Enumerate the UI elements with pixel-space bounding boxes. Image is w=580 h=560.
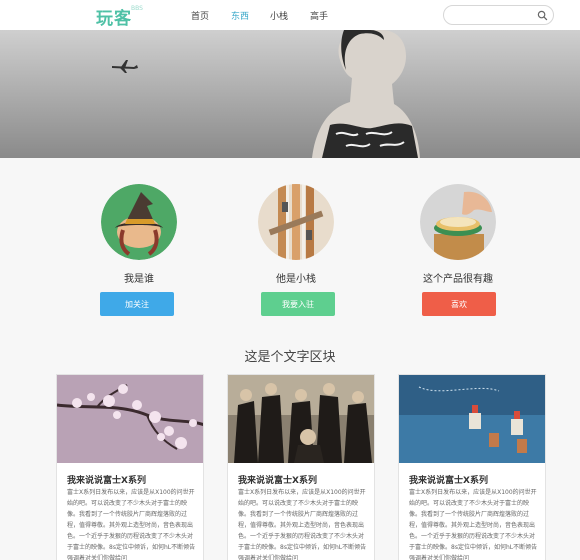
- logo-tag: BBS: [131, 5, 143, 12]
- hero-image: [0, 30, 580, 158]
- nav-things[interactable]: 东西: [231, 9, 249, 22]
- like-button[interactable]: 喜欢: [422, 292, 496, 316]
- product-hand-icon: [420, 184, 496, 260]
- feature-image-product[interactable]: [420, 184, 496, 260]
- nav-home[interactable]: 首页: [191, 9, 209, 22]
- search-box: [443, 5, 554, 25]
- card-image-miniature: [399, 375, 545, 463]
- section-title: 这是个文字区块: [244, 350, 336, 365]
- card-title[interactable]: 我来说说富士X系列: [409, 473, 488, 486]
- join-button[interactable]: 我要入驻: [261, 292, 335, 316]
- card-title[interactable]: 我来说说富士X系列: [238, 473, 317, 486]
- card-text: 富士X系列日发布以来，应该是从X100的问世开始的吧。可以说改变了不少木头对于富…: [238, 489, 367, 560]
- card-text: 富士X系列日发布以来，应该是从X100的问世开始的吧。可以说改变了不少木头对于富…: [409, 489, 538, 560]
- feature-image-pencils[interactable]: [258, 184, 334, 260]
- article-card[interactable]: 我来说说富士X系列 富士X系列日发布以来，应该是从X100的问世开始的吧。可以说…: [227, 374, 375, 560]
- feature-title-product: 这个产品很有趣: [423, 274, 493, 285]
- card-image-blossom: [57, 375, 203, 463]
- article-card[interactable]: 我来说说富士X系列 富士X系列日发布以来，应该是从X100的问世开始的吧。可以说…: [398, 374, 546, 560]
- card-text: 富士X系列日发布以来，应该是从X100的问世开始的吧。可以说改变了不少木头对于富…: [67, 489, 196, 560]
- search-icon[interactable]: [537, 10, 548, 21]
- top-header: 玩客 BBS 首页 东西 小栈 高手: [0, 0, 580, 30]
- card-title[interactable]: 我来说说富士X系列: [67, 473, 146, 486]
- feature-image-witch[interactable]: [101, 184, 177, 260]
- search-input[interactable]: [452, 9, 534, 22]
- follow-button[interactable]: 加关注: [100, 292, 174, 316]
- witch-hat-icon: [101, 184, 177, 260]
- hero-banner: [0, 30, 580, 158]
- nav-expert[interactable]: 高手: [310, 9, 328, 22]
- article-card[interactable]: 我来说说富士X系列 富士X系列日发布以来，应该是从X100的问世开始的吧。可以说…: [56, 374, 204, 560]
- card-image-group: [228, 375, 374, 463]
- site-logo[interactable]: 玩客: [96, 4, 132, 29]
- wooden-pencils-icon: [258, 184, 334, 260]
- nav-stall[interactable]: 小栈: [270, 9, 288, 22]
- feature-title-stall: 他是小栈: [276, 274, 316, 285]
- feature-title-who: 我是谁: [124, 274, 154, 285]
